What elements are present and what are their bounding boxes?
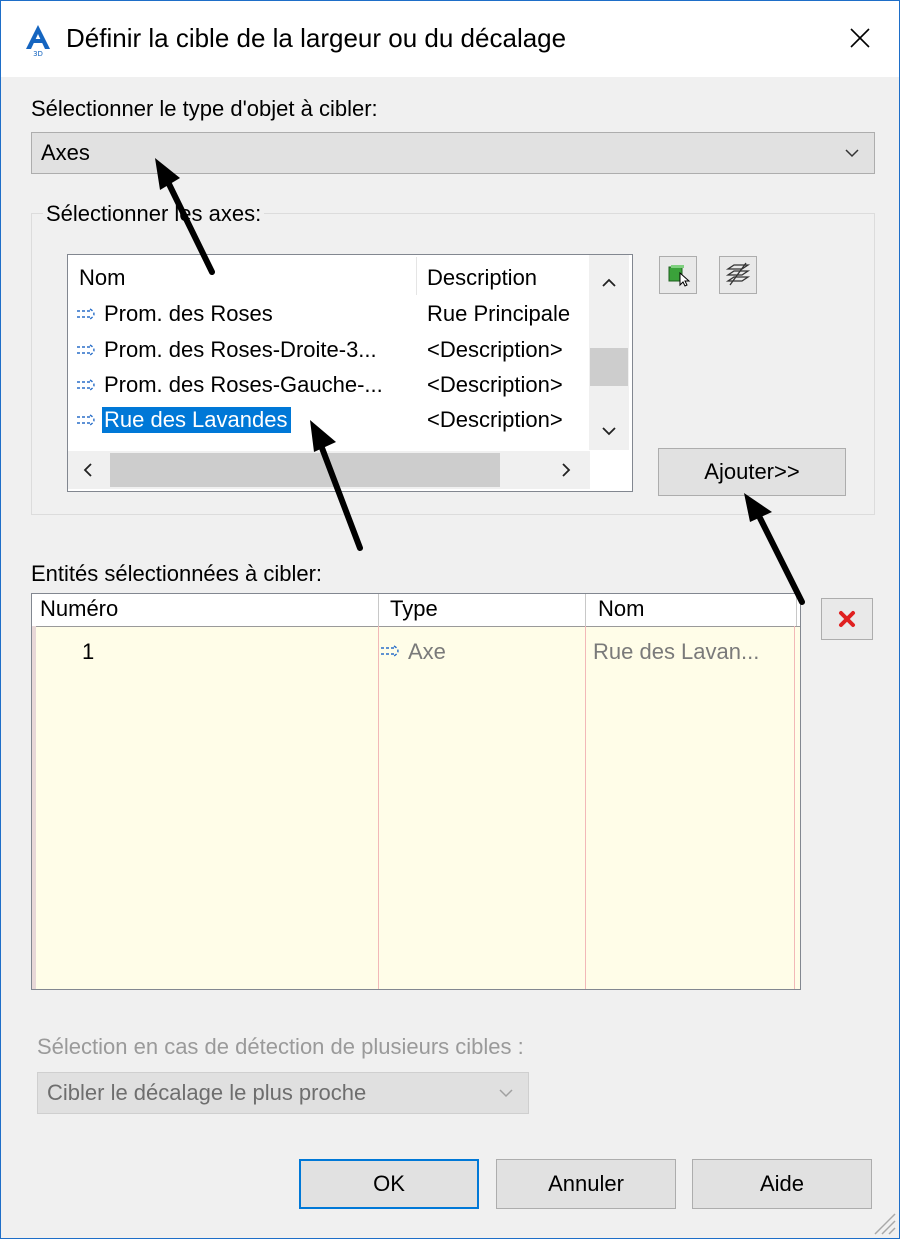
resize-grip-icon[interactable]	[871, 1210, 897, 1236]
horizontal-scroll-thumb[interactable]	[110, 453, 500, 487]
list-item-description: <Description>	[427, 372, 563, 397]
list-item-name: Prom. des Roses	[104, 301, 273, 326]
help-button[interactable]: Aide	[692, 1159, 872, 1209]
layers-icon	[725, 262, 751, 286]
vertical-scroll-thumb[interactable]	[590, 348, 628, 386]
grid-line	[585, 626, 586, 989]
cell-name: Rue des Lavan...	[593, 639, 760, 664]
alignment-icon	[77, 379, 95, 391]
scroll-right-icon[interactable]	[558, 462, 574, 478]
alignment-icon	[77, 308, 95, 320]
grid-header: Numéro Type Nom	[32, 594, 800, 627]
multiple-targets-label: Sélection en cas de détection de plusieu…	[37, 1034, 524, 1059]
object-type-value: Axes	[41, 140, 90, 165]
selected-entities-grid[interactable]: Numéro Type Nom 1 Axe Rue des Lavan...	[31, 593, 801, 990]
cell-number: 1	[82, 639, 95, 664]
column-header-number[interactable]: Numéro	[40, 596, 118, 622]
alignment-icon	[77, 344, 95, 356]
grid-line	[794, 626, 795, 989]
column-header-description[interactable]: Description	[427, 265, 537, 291]
multiple-targets-value: Cibler le décalage le plus proche	[47, 1080, 367, 1105]
list-item-name: Prom. des Roses-Gauche-...	[104, 372, 383, 397]
column-header-name[interactable]: Nom	[79, 265, 125, 291]
column-separator	[378, 594, 379, 626]
multiple-targets-dropdown[interactable]: Cibler le décalage le plus proche	[37, 1072, 529, 1114]
autocad-civil-icon: 3D	[26, 25, 50, 57]
scroll-left-icon[interactable]	[80, 462, 96, 478]
layers-button[interactable]	[719, 256, 757, 294]
column-separator	[796, 594, 797, 626]
column-separator	[416, 257, 417, 295]
title-bar: 3D Définir la cible de la largeur ou du …	[1, 1, 899, 77]
alignment-icon	[77, 414, 95, 426]
column-header-name[interactable]: Nom	[598, 596, 644, 622]
alignment-icon	[381, 645, 399, 657]
chevron-down-icon	[499, 1089, 513, 1098]
list-item-name: Rue des Lavandes	[102, 407, 292, 433]
list-item-name: Prom. des Roses-Droite-3...	[104, 337, 377, 362]
cell-type: Axe	[408, 639, 446, 664]
ok-button[interactable]: OK	[299, 1159, 479, 1209]
column-header-type[interactable]: Type	[390, 596, 438, 622]
window-title: Définir la cible de la largeur ou du déc…	[66, 23, 567, 53]
add-button[interactable]: Ajouter>>	[658, 448, 846, 496]
delete-button[interactable]	[821, 598, 873, 640]
select-from-drawing-button[interactable]	[659, 256, 697, 294]
scroll-down-icon[interactable]	[601, 423, 617, 439]
chevron-down-icon	[845, 149, 859, 158]
scroll-up-icon[interactable]	[601, 275, 617, 291]
list-item-description: <Description>	[427, 337, 563, 362]
dialog-window: 3D Définir la cible de la largeur ou du …	[0, 0, 900, 1239]
object-type-label: Sélectionner le type d'objet à cibler:	[31, 96, 378, 121]
column-separator	[585, 594, 586, 626]
alignments-group-label: Sélectionner les axes:	[43, 201, 265, 227]
svg-text:3D: 3D	[33, 50, 43, 57]
object-type-dropdown[interactable]: Axes	[31, 132, 875, 174]
cancel-button[interactable]: Annuler	[496, 1159, 676, 1209]
list-item-description: Rue Principale	[427, 301, 571, 326]
grid-line	[378, 626, 379, 989]
delete-icon	[839, 611, 855, 627]
list-item-description: <Description>	[427, 407, 563, 432]
selected-entities-label: Entités sélectionnées à cibler:	[31, 561, 323, 586]
row-header-strip	[32, 626, 36, 989]
select-from-drawing-icon	[668, 265, 691, 287]
alignments-list[interactable]: Nom Description Prom. des Roses Rue Prin…	[67, 254, 633, 492]
close-icon[interactable]	[843, 21, 877, 55]
